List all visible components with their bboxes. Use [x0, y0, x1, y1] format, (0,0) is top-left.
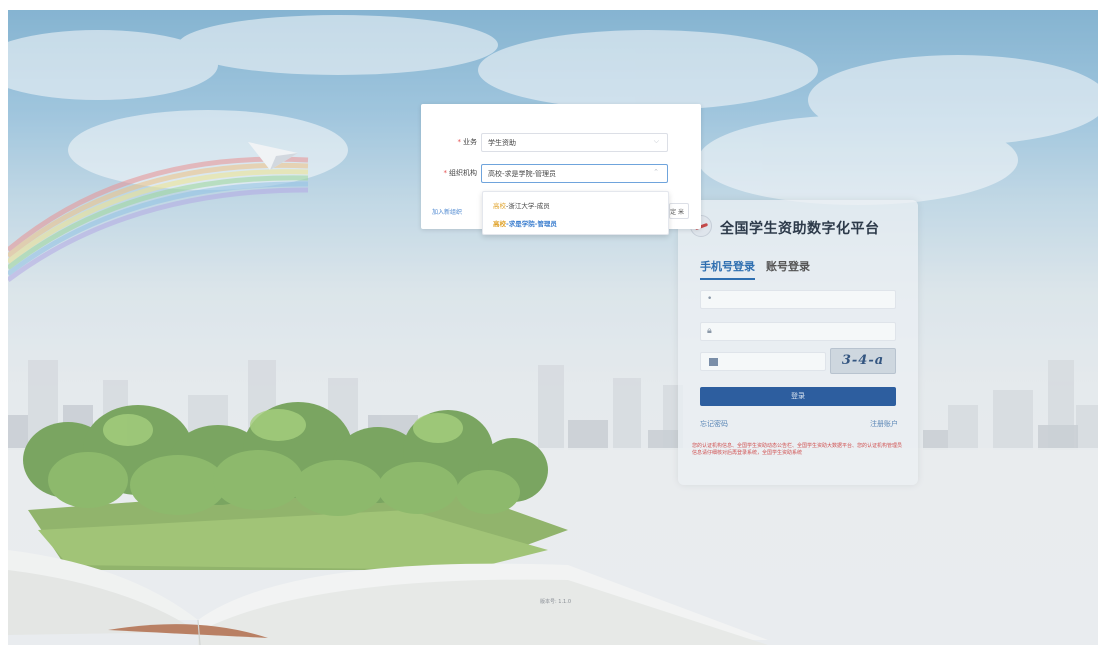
- option-type: 高校: [493, 220, 506, 228]
- business-select[interactable]: 学生资助 ⌵: [481, 133, 668, 152]
- platform-title: 全国学生资助数字化平台: [720, 221, 880, 237]
- required-mark: *: [457, 138, 462, 146]
- business-label: * 业务: [458, 137, 478, 147]
- login-notice: 您的认证机构信息、全国学生资助动态公告栏、全国学生资助大数据平台、您的认证机构管…: [692, 443, 903, 456]
- forgot-password-link[interactable]: 忘记密码: [700, 419, 728, 429]
- join-organization-link[interactable]: 加入新组织: [432, 207, 462, 216]
- tab-account-login[interactable]: 账号登录: [766, 258, 810, 274]
- captcha-field[interactable]: [700, 352, 826, 371]
- org-label-text: 组织机构: [449, 169, 477, 177]
- phone-field[interactable]: •: [700, 290, 896, 309]
- option-text: -求是学院-管理员: [506, 220, 557, 228]
- business-label-text: 业务: [463, 138, 477, 146]
- org-option-2[interactable]: 高校-求是学院-管理员: [493, 218, 557, 228]
- org-row: * 组织机构 高校-求是学院-管理员 ⌃: [421, 164, 701, 184]
- version-text: 版本号: 1.1.0: [540, 599, 571, 605]
- confirm-button[interactable]: 定 米: [669, 203, 689, 219]
- phone-icon: •: [707, 294, 713, 304]
- business-select-value: 学生资助: [488, 139, 516, 147]
- org-select[interactable]: 高校-求是学院-管理员 ⌃: [481, 164, 668, 183]
- chevron-down-icon: ⌵: [653, 137, 659, 145]
- captcha-icon: [709, 358, 718, 366]
- tab-phone-login[interactable]: 手机号登录: [700, 258, 755, 280]
- option-text: -浙江大学-成员: [506, 202, 550, 210]
- register-link[interactable]: 注册账户: [870, 419, 898, 429]
- page: 全国学生资助数字化平台 手机号登录 账号登录 • 🔒︎ 3-4-a 登录 忘记密…: [0, 0, 1103, 651]
- org-select-value: 高校-求是学院-管理员: [488, 170, 557, 178]
- business-row: * 业务 学生资助 ⌵: [421, 133, 701, 153]
- login-card: 全国学生资助数字化平台 手机号登录 账号登录 • 🔒︎ 3-4-a 登录 忘记密…: [678, 200, 918, 485]
- option-type: 高校: [493, 202, 506, 210]
- captcha-image[interactable]: 3-4-a: [830, 348, 896, 374]
- login-button[interactable]: 登录: [700, 387, 896, 406]
- required-mark: *: [443, 169, 448, 177]
- confirm-button-label: 定 米: [670, 209, 684, 216]
- org-dropdown: 高校-浙江大学-成员 高校-求是学院-管理员: [482, 191, 669, 235]
- org-option-1[interactable]: 高校-浙江大学-成员: [493, 200, 550, 210]
- org-label: * 组织机构: [444, 168, 478, 178]
- lock-icon: 🔒︎: [707, 326, 712, 336]
- chevron-up-icon: ⌃: [653, 168, 659, 176]
- password-field[interactable]: 🔒︎: [700, 322, 896, 341]
